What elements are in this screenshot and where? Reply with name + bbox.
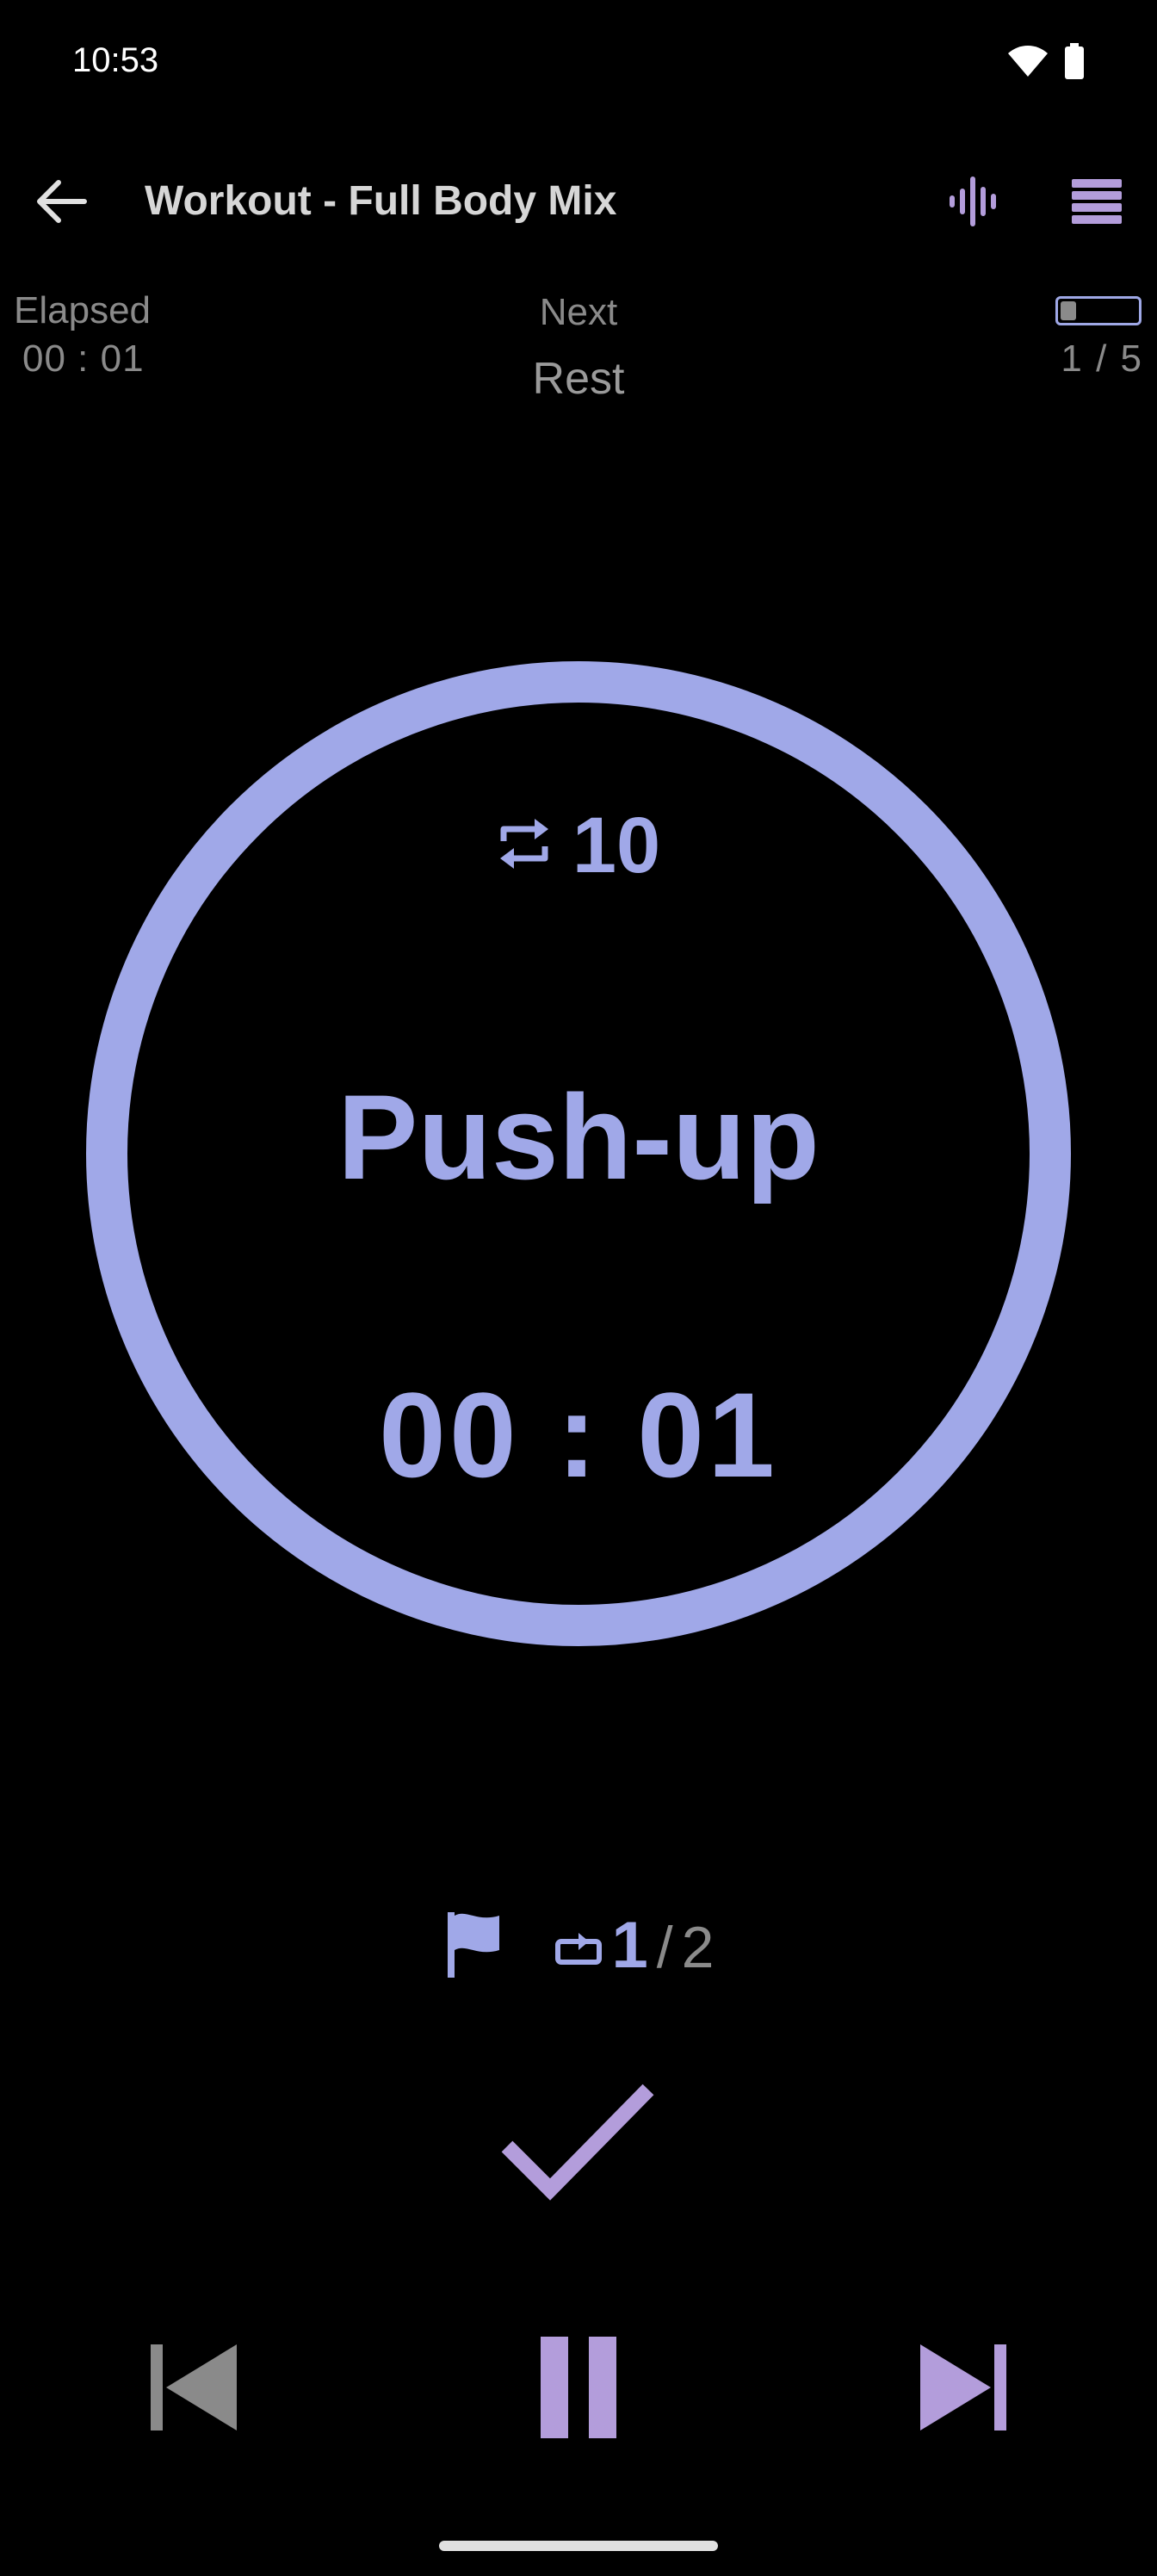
page-title: Workout - Full Body Mix: [145, 178, 617, 224]
workout-progress-count: 1 / 5: [1061, 337, 1143, 380]
set-loop-icon: [554, 1933, 603, 1972]
set-counter: 1 / 2: [554, 1908, 715, 1983]
set-separator: /: [656, 1915, 673, 1980]
workout-list-button[interactable]: [1062, 172, 1131, 234]
set-total: 2: [681, 1915, 715, 1980]
reps-count: 10: [572, 802, 661, 889]
wifi-icon: [1007, 44, 1049, 83]
pause-button[interactable]: [517, 2325, 640, 2454]
status-icons: [1007, 43, 1085, 84]
skip-next-icon: [917, 2343, 1010, 2437]
next-exercise: Rest: [532, 354, 625, 404]
back-arrow-icon: [36, 179, 88, 228]
flag-icon[interactable]: [442, 1909, 503, 1982]
pause-icon: [539, 2336, 618, 2443]
sound-wave-icon: [947, 176, 999, 232]
back-button[interactable]: [31, 172, 93, 234]
reps-display: 10: [0, 801, 1157, 891]
home-indicator[interactable]: [439, 2541, 718, 2551]
skip-previous-icon: [147, 2343, 240, 2437]
complete-button[interactable]: [492, 2077, 665, 2214]
status-time: 10:53: [72, 41, 159, 79]
sound-button[interactable]: [938, 172, 1007, 234]
set-current: 1: [611, 1909, 648, 1982]
exercise-timer: 00 : 01: [379, 1367, 778, 1502]
workout-progress-fill: [1061, 301, 1076, 320]
check-icon: [497, 2079, 660, 2213]
next-button[interactable]: [907, 2325, 1019, 2454]
repeat-icon: [497, 814, 552, 878]
battery-icon: [1064, 43, 1085, 84]
list-menu-icon: [1072, 178, 1122, 228]
previous-button[interactable]: [138, 2325, 250, 2454]
workout-progress-bar: [1055, 296, 1142, 325]
exercise-name: Push-up: [337, 1069, 820, 1204]
next-label: Next: [539, 291, 618, 333]
set-row: 1 / 2: [0, 1908, 1157, 1983]
